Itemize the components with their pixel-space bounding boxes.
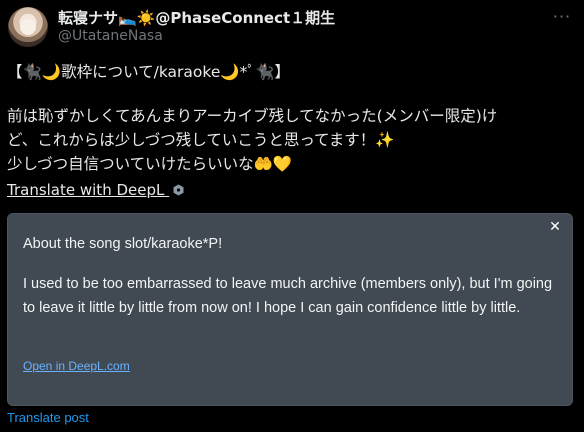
tweet-header: 転寝ナサ🛌☀️@PhaseConnect１期生 @UtataneNasa ··· bbox=[8, 6, 576, 48]
translate-with-deepl-link[interactable]: Translate with DeepL bbox=[7, 181, 184, 199]
translate-post-link[interactable]: Translate post bbox=[7, 410, 89, 425]
display-name[interactable]: 転寝ナサ🛌☀️@PhaseConnect１期生 bbox=[58, 7, 335, 28]
user-handle[interactable]: @UtataneNasa bbox=[58, 28, 163, 44]
translation-panel: ✕ About the song slot/karaoke*P! I used … bbox=[7, 213, 573, 406]
translate-with-deepl-label: Translate with DeepL bbox=[7, 181, 165, 199]
tweet-line: ど、これからは少しづつ残していこうと思ってます！✨ bbox=[7, 131, 395, 149]
more-horizontal-icon: ··· bbox=[552, 7, 572, 26]
tweet-line: 少しづつ自信ついていけたらいいな🤲💛 bbox=[7, 155, 293, 173]
deepl-icon bbox=[173, 184, 184, 196]
open-in-deepl-link[interactable]: Open in DeepL.com bbox=[23, 359, 130, 373]
translation-body: I used to be too embarrassed to leave mu… bbox=[23, 276, 553, 316]
tweet-line-title: 【🐈‍⬛🌙歌枠について/karaoke🌙*ﾟ🐈‍⬛】 bbox=[7, 63, 290, 81]
tweet-line: 前は恥ずかしくてあんまりアーカイブ残してなかった(メンバー限定)け bbox=[7, 107, 498, 125]
translation-text: About the song slot/karaoke*P! I used to… bbox=[23, 232, 558, 320]
tweet-text: 【🐈‍⬛🌙歌枠について/karaoke🌙*ﾟ🐈‍⬛】 前は恥ずかしくてあんまりア… bbox=[7, 60, 573, 176]
translation-title: About the song slot/karaoke*P! bbox=[23, 236, 223, 252]
more-options-button[interactable]: ··· bbox=[550, 8, 574, 28]
avatar[interactable] bbox=[8, 7, 48, 47]
